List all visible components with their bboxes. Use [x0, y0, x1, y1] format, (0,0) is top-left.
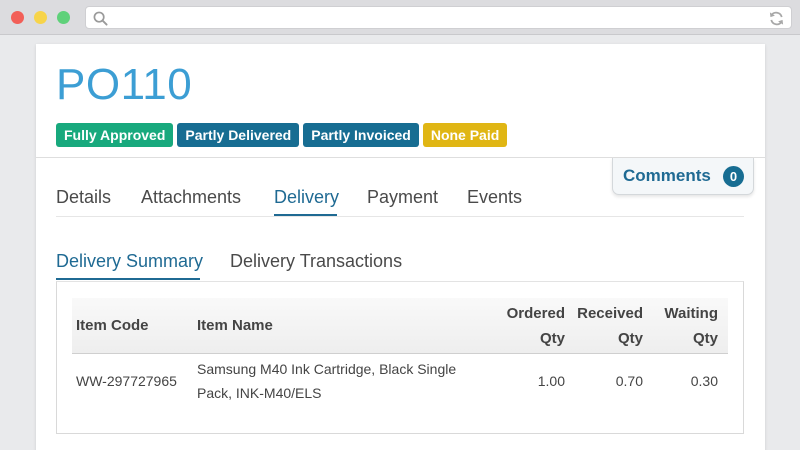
column-header-waiting-unit: Qty	[692, 330, 718, 347]
cell-ordered-qty: 1.00	[537, 373, 565, 389]
status-badge-delivery: Partly Delivered	[177, 123, 300, 147]
status-badge-payment: None Paid	[422, 123, 508, 147]
table-header: Item Code Item Name Ordered Qty Received…	[72, 298, 728, 354]
tab-payment[interactable]: Payment	[367, 187, 438, 208]
column-header-item-name: Item Name	[197, 317, 273, 334]
page-title: PO110	[56, 60, 193, 109]
column-header-waiting: Waiting	[664, 305, 718, 322]
cell-waiting-qty: 0.30	[690, 373, 718, 389]
address-bar[interactable]	[85, 6, 792, 29]
status-badge-invoice: Partly Invoiced	[303, 123, 419, 147]
column-header-ordered-unit: Qty	[539, 330, 565, 347]
search-icon	[93, 11, 108, 26]
cell-item-name-line2: Pack, INK-M40/ELS	[197, 385, 322, 401]
cell-received-qty: 0.70	[615, 373, 643, 389]
window-close-button[interactable]	[11, 11, 24, 24]
reload-icon[interactable]	[768, 10, 785, 27]
comments-label: Comments	[623, 166, 711, 185]
delivery-summary-panel: Item Code Item Name Ordered Qty Received…	[56, 281, 744, 434]
column-header-received: Received	[577, 305, 643, 322]
column-header-item-code: Item Code	[76, 317, 149, 334]
subtab-delivery-summary[interactable]: Delivery Summary	[56, 251, 203, 272]
window-minimize-button[interactable]	[34, 11, 47, 24]
column-header-ordered: Ordered	[506, 305, 565, 322]
active-tab-indicator	[274, 214, 337, 216]
tab-delivery[interactable]: Delivery	[274, 187, 339, 208]
status-badge-approval: Fully Approved	[56, 123, 174, 147]
purchase-order-card: PO110 Fully Approved Partly Delivered Pa…	[36, 44, 765, 450]
browser-toolbar	[0, 0, 800, 35]
comments-count-badge: 0	[723, 166, 744, 187]
active-subtab-indicator	[56, 278, 200, 280]
comments-button[interactable]: Comments 0	[612, 158, 754, 195]
cell-item-name-line1: Samsung M40 Ink Cartridge, Black Single	[197, 361, 457, 377]
subtab-delivery-transactions[interactable]: Delivery Transactions	[230, 251, 402, 272]
window-maximize-button[interactable]	[57, 11, 70, 24]
status-badges: Fully Approved Partly Delivered Partly I…	[56, 123, 508, 147]
tab-events[interactable]: Events	[467, 187, 522, 208]
tab-attachments[interactable]: Attachments	[141, 187, 241, 208]
tab-details[interactable]: Details	[56, 187, 111, 208]
cell-item-code: WW-297727965	[76, 373, 177, 389]
column-header-received-unit: Qty	[617, 330, 643, 347]
